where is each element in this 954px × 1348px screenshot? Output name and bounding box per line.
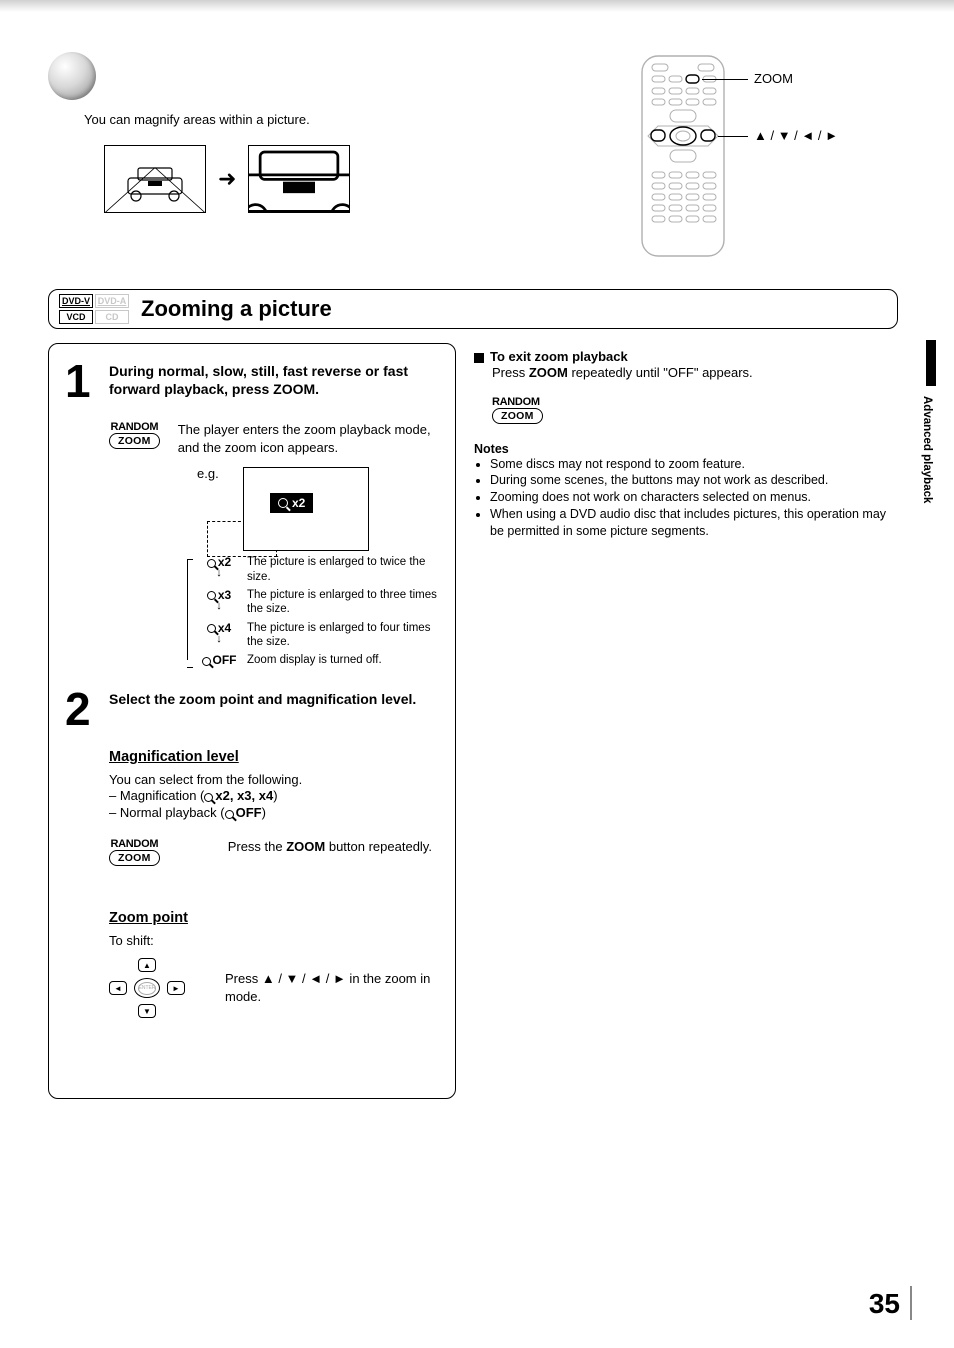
zoom-button-block: RANDOM ZOOM [109,421,160,449]
badge-vcd: VCD [59,310,93,324]
remote-arrows-label: ▲ / ▼ / ◄ / ► [754,128,838,143]
exit-zoom-body: Press ZOOM repeatedly until "OFF" appear… [492,364,898,382]
zoom-button: ZOOM [109,850,160,866]
step2-title: Select the zoom point and magnification … [109,690,416,729]
page-number: 35 [869,1288,900,1320]
zoom-button-block-3: RANDOM ZOOM [492,396,898,424]
arrow-icon: ➜ [218,166,236,192]
page-number-bar [910,1286,913,1320]
zoom-point-heading: Zoom point [109,910,439,926]
zoom-tag-x2: x2 [270,493,313,513]
car-zoom-diagram: ➜ [104,145,598,213]
step1-number: 1 [65,362,109,401]
notes-list: Some discs may not respond to zoom featu… [474,456,898,540]
remote-zoom-label: ZOOM [754,71,793,86]
dpad-diagram: ▲ ▼ ◄ ► ENTER [109,958,185,1018]
mag-opt1: – Magnification (x2, x3, x4) [109,788,439,803]
to-shift: To shift: [109,932,439,950]
section-title: Zooming a picture [141,296,332,322]
mag-opt2: – Normal playback (OFF) [109,805,439,820]
badge-cd: CD [95,310,129,324]
steps-panel: 1 During normal, slow, still, fast rever… [48,343,456,1099]
zoom-button-block-2: RANDOM ZOOM [109,838,160,866]
remote-illustration: ZOOM ▲ / ▼ / ◄ / ► [638,52,888,265]
step2-number: 2 [65,690,109,729]
zoom-button: ZOOM [492,408,543,424]
zoom-button: ZOOM [109,433,160,449]
badge-dvdv: DVD-V [59,294,93,308]
exit-zoom-heading: To exit zoom playback [474,349,898,364]
press-zoom-text: Press the ZOOM button repeatedly. [228,838,439,856]
mag-intro: You can select from the following. [109,771,439,789]
zoom-levels-list: x2↓The picture is enlarged to twice the … [187,555,439,668]
press-dir-text: Press ▲ / ▼ / ◄ / ► in the zoom in mode. [225,970,439,1005]
sphere-decoration [48,52,96,100]
notes-heading: Notes [474,442,898,456]
intro-text: You can magnify areas within a picture. [84,112,598,127]
badge-dvda: DVD-A [95,294,129,308]
section-header: DVD-V DVD-A VCD CD Zooming a picture [48,289,898,329]
step1-title: During normal, slow, still, fast reverse… [109,362,439,401]
mag-level-heading: Magnification level [109,749,439,765]
magnifier-icon [278,498,288,508]
side-tab: Advanced playback [906,340,936,550]
step1-body: The player enters the zoom playback mode… [178,421,439,456]
eg-diagram: x2 [229,487,439,547]
